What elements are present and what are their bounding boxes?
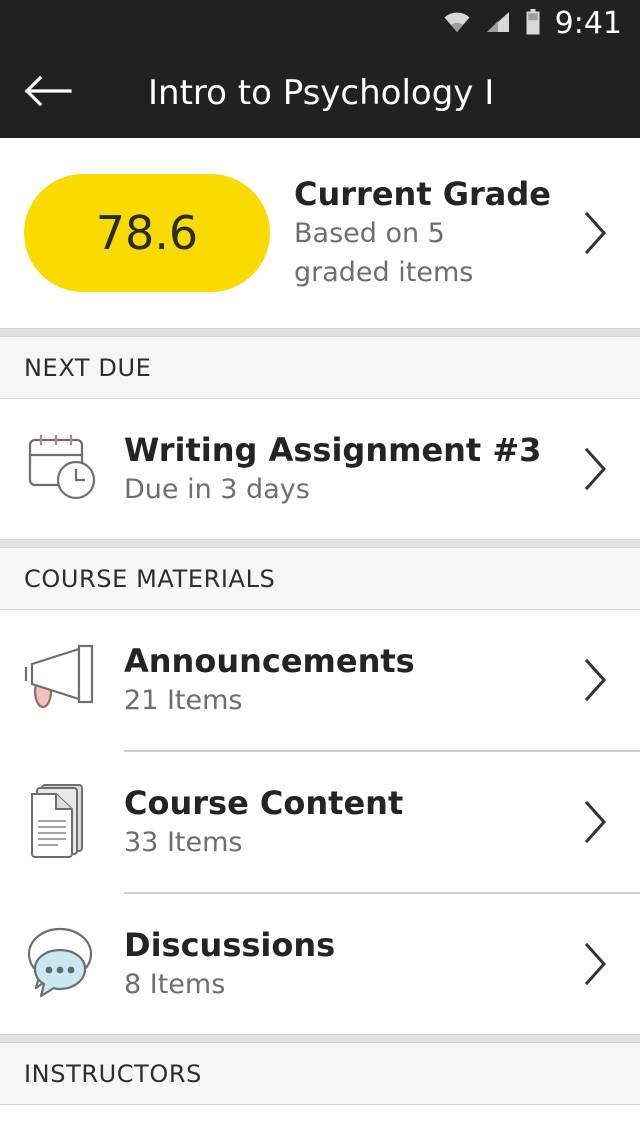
course-detail-screen: 9:41 Intro to Psychology I 78.6 Current …	[0, 0, 640, 1136]
row-icon-slot	[0, 431, 124, 507]
grade-text-block: Current Grade Based on 5 graded items	[270, 174, 572, 292]
list-item-subtitle: Due in 3 days	[124, 474, 310, 505]
discussion-bubbles-icon	[22, 924, 102, 1004]
list-item-discussions[interactable]: Discussions 8 Items	[0, 894, 640, 1034]
row-text-block: Discussions 8 Items	[124, 924, 572, 1004]
app-bar: Intro to Psychology I	[0, 48, 640, 138]
chevron-right-icon	[582, 211, 608, 255]
row-text-block: Announcements 21 Items	[124, 640, 572, 720]
chevron-right-icon	[582, 942, 608, 986]
calendar-clock-icon	[25, 431, 99, 507]
battery-icon	[525, 9, 541, 39]
row-text-block: Course Content 33 Items	[124, 782, 572, 862]
status-bar-clock: 9:41	[554, 6, 622, 41]
status-icon-group	[443, 9, 541, 39]
list-item-course-content[interactable]: Course Content 33 Items	[0, 752, 640, 892]
grade-card-chevron	[572, 211, 618, 255]
chevron-right-icon	[582, 447, 608, 491]
list-item-title: Announcements	[124, 642, 415, 680]
list-item-subtitle: 33 Items	[124, 827, 243, 858]
list-item-title: Course Content	[124, 784, 404, 822]
row-icon-slot	[0, 641, 124, 719]
section-separator	[0, 1034, 640, 1043]
list-item-subtitle: 21 Items	[124, 685, 243, 716]
row-text-block: Writing Assignment #3 Due in 3 days	[124, 429, 572, 509]
section-separator	[0, 328, 640, 337]
list-item-chevron	[572, 447, 618, 491]
section-header-label: NEXT DUE	[24, 353, 152, 382]
chevron-right-icon	[582, 800, 608, 844]
megaphone-icon	[24, 641, 100, 719]
grade-card-title: Current Grade	[294, 175, 551, 213]
course-materials-list: Announcements 21 Items Course Content 33…	[0, 610, 640, 1034]
status-bar: 9:41	[0, 0, 640, 48]
row-icon-slot	[0, 924, 124, 1004]
grade-pill: 78.6	[24, 174, 270, 292]
row-icon-slot	[0, 781, 124, 863]
list-item-writing-assignment[interactable]: Writing Assignment #3 Due in 3 days	[0, 399, 640, 539]
grade-value: 78.6	[95, 206, 199, 260]
next-due-list: Writing Assignment #3 Due in 3 days	[0, 399, 640, 539]
list-item-chevron	[572, 658, 618, 702]
current-grade-card[interactable]: 78.6 Current Grade Based on 5 graded ite…	[0, 138, 640, 328]
back-button[interactable]	[0, 48, 96, 138]
grade-card-subtitle: Based on 5 graded items	[294, 218, 474, 288]
chevron-right-icon	[582, 658, 608, 702]
list-item-subtitle: 8 Items	[124, 969, 226, 1000]
back-arrow-icon	[24, 73, 72, 113]
page-title: Intro to Psychology I	[148, 73, 495, 113]
list-item-chevron	[572, 800, 618, 844]
section-header-next-due: NEXT DUE	[0, 337, 640, 399]
section-header-instructors: INSTRUCTORS	[0, 1043, 640, 1105]
list-item-title: Discussions	[124, 926, 336, 964]
section-separator	[0, 539, 640, 548]
wifi-icon	[443, 11, 471, 37]
list-item-announcements[interactable]: Announcements 21 Items	[0, 610, 640, 750]
documents-icon	[28, 781, 96, 863]
section-header-course-materials: COURSE MATERIALS	[0, 548, 640, 610]
cellular-signal-icon	[485, 11, 511, 37]
section-header-label: COURSE MATERIALS	[24, 564, 276, 593]
section-header-label: INSTRUCTORS	[24, 1059, 202, 1088]
list-item-title: Writing Assignment #3	[124, 431, 542, 469]
list-item-chevron	[572, 942, 618, 986]
